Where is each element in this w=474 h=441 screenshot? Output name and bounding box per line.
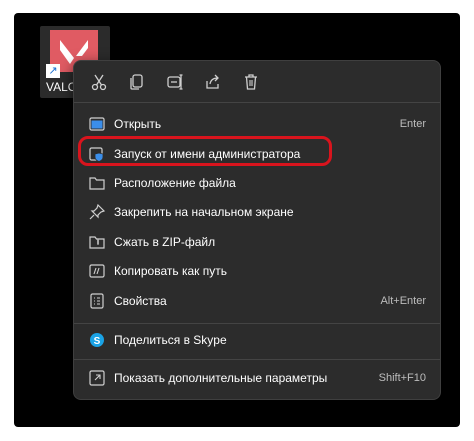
menu-item-label: Копировать как путь xyxy=(114,264,227,278)
rename-icon xyxy=(167,74,183,90)
menu-item-open[interactable]: Открыть Enter xyxy=(80,110,434,138)
menu-item-share-skype[interactable]: S Поделиться в Skype xyxy=(80,326,434,354)
svg-text:S: S xyxy=(94,336,101,347)
menu-item-properties[interactable]: Свойства Alt+Enter xyxy=(80,287,434,315)
separator xyxy=(74,359,440,360)
context-menu: Открыть Enter Запуск от имени администра… xyxy=(73,60,441,400)
shortcut-arrow-icon: ↗ xyxy=(46,64,60,78)
open-icon xyxy=(88,115,106,133)
more-options-icon xyxy=(88,369,106,387)
menu-item-label: Расположение файла xyxy=(114,176,236,190)
pin-icon xyxy=(88,203,106,221)
menu-item-label: Сжать в ZIP-файл xyxy=(114,235,216,249)
share-icon xyxy=(206,74,219,89)
folder-icon xyxy=(88,174,106,192)
separator xyxy=(74,102,440,103)
copy-button[interactable] xyxy=(122,67,152,97)
scissors-icon xyxy=(91,74,107,91)
copy-path-icon xyxy=(88,262,106,280)
menu-item-shortcut: Enter xyxy=(399,118,426,130)
menu-item-copy-path[interactable]: Копировать как путь xyxy=(80,257,434,285)
menu-item-label: Показать дополнительные параметры xyxy=(114,371,328,385)
properties-icon xyxy=(88,292,106,310)
menu-item-file-location[interactable]: Расположение файла xyxy=(80,169,434,197)
cut-button[interactable] xyxy=(84,67,114,97)
menu-item-label: Закрепить на начальном экране xyxy=(114,205,294,219)
menu-item-shortcut: Shift+F10 xyxy=(378,372,426,384)
highlight-annotation xyxy=(78,136,332,166)
delete-button[interactable] xyxy=(236,67,266,97)
skype-icon: S xyxy=(88,331,106,349)
zip-icon xyxy=(88,233,106,251)
menu-item-shortcut: Alt+Enter xyxy=(380,295,426,307)
context-menu-toolbar xyxy=(84,67,266,97)
separator xyxy=(74,323,440,324)
menu-item-label: Поделиться в Skype xyxy=(114,333,227,347)
menu-item-more-options[interactable]: Показать дополнительные параметры Shift+… xyxy=(80,364,434,392)
share-button[interactable] xyxy=(198,67,228,97)
menu-item-label: Открыть xyxy=(114,117,162,131)
menu-item-label: Свойства xyxy=(114,294,167,308)
menu-item-pin-start[interactable]: Закрепить на начальном экране xyxy=(80,198,434,226)
copy-icon xyxy=(130,74,143,90)
rename-button[interactable] xyxy=(160,67,190,97)
menu-item-zip[interactable]: Сжать в ZIP-файл xyxy=(80,228,434,256)
trash-icon xyxy=(245,74,257,90)
